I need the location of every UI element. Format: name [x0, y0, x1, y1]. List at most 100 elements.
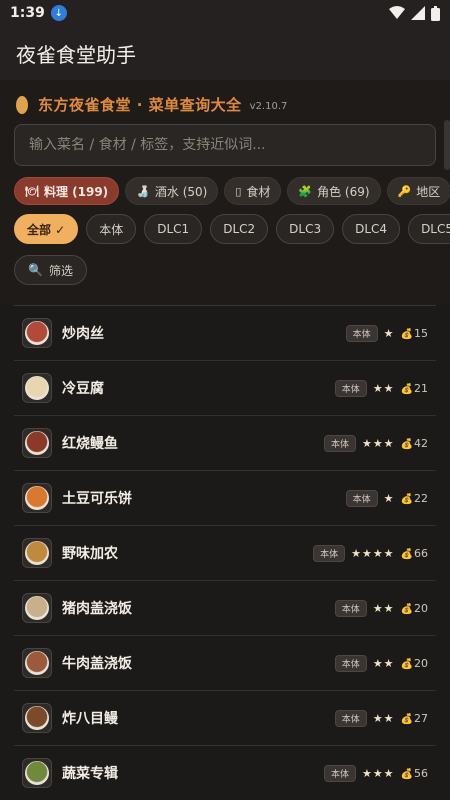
dish-icon	[22, 428, 52, 458]
filter-button[interactable]: 🔍 筛选	[14, 255, 87, 285]
list-item[interactable]: 炸八目鳗 本体 ★★ 💰27	[14, 691, 436, 746]
source-badge: 本体	[334, 379, 367, 397]
coin-icon: 💰	[400, 768, 413, 780]
coin-icon: 💰	[400, 493, 413, 505]
dish-name: 炸八目鳗	[62, 711, 118, 727]
dish-icon	[22, 758, 52, 788]
tab-label: 料理 (199)	[43, 184, 109, 199]
dish-icon	[22, 483, 52, 513]
star-rating: ★	[383, 326, 395, 340]
list-item[interactable]: 土豆可乐饼 本体 ★ 💰22	[14, 471, 436, 526]
lantern-icon	[16, 95, 28, 114]
list-item[interactable]: 红烧鳗鱼 本体 ★★★ 💰42	[14, 416, 436, 471]
price-value: 20	[414, 656, 428, 670]
dlc-filter-chips: 全部 ✓ 本体 DLC1 DLC2 DLC3 DLC4 DLC5	[14, 214, 450, 244]
scrollbar[interactable]	[444, 120, 450, 170]
price: 💰15	[401, 327, 428, 340]
dish-name: 炒肉丝	[62, 326, 104, 342]
dish-meta: 本体 ★★★ 💰42	[323, 434, 428, 452]
dish-icon	[22, 318, 52, 348]
price: 💰22	[401, 492, 428, 505]
list-item[interactable]: 牛肉盖浇饭 本体 ★★ 💰20	[14, 636, 436, 691]
signal-icon	[411, 6, 425, 20]
list-item[interactable]: 冷豆腐 本体 ★★ 💰21	[14, 361, 436, 416]
list-item[interactable]: 炒肉丝 本体 ★ 💰15	[14, 306, 436, 361]
wifi-icon	[389, 6, 405, 19]
chip-dlc1[interactable]: DLC1	[144, 214, 203, 244]
list-item[interactable]: 野味加农 本体 ★★★★ 💰66	[14, 526, 436, 581]
dish-icon	[22, 648, 52, 678]
star-rating: ★	[383, 491, 395, 505]
price: 💰27	[401, 712, 428, 725]
app-bar-title: 夜雀食堂助手	[16, 42, 136, 67]
status-bar: 1:39 ↓	[0, 0, 450, 26]
dish-name: 蔬菜专辑	[62, 766, 118, 782]
source-badge: 本体	[345, 324, 378, 342]
dish-icon: 🍽	[25, 184, 39, 198]
dish-name: 红烧鳗鱼	[62, 436, 118, 452]
search-icon: 🔍	[28, 263, 43, 277]
chip-dlc2[interactable]: DLC2	[210, 214, 269, 244]
source-badge: 本体	[334, 709, 367, 727]
star-rating: ★★	[372, 601, 395, 615]
status-time: 1:39	[10, 5, 45, 21]
search-field[interactable]	[14, 124, 436, 166]
source-badge: 本体	[334, 599, 367, 617]
price: 💰66	[401, 547, 428, 560]
tab-regions[interactable]: 🔑 地区	[386, 177, 450, 205]
title-row: 东方夜雀食堂 · 菜单查询大全 v2.10.7	[16, 94, 287, 115]
chip-all[interactable]: 全部 ✓	[14, 214, 79, 244]
tab-label: 地区	[416, 184, 441, 199]
tab-ingredients[interactable]: ▯ 食材	[224, 177, 282, 205]
star-rating: ★★★★	[351, 546, 395, 560]
price: 💰42	[401, 437, 428, 450]
list-item[interactable]: 猪肉盖浇饭 本体 ★★ 💰20	[14, 581, 436, 636]
chip-dlc4[interactable]: DLC4	[342, 214, 401, 244]
dish-name: 冷豆腐	[62, 381, 104, 397]
chip-dlc3[interactable]: DLC3	[276, 214, 335, 244]
tab-label: 食材	[246, 184, 271, 199]
chip-dlc5[interactable]: DLC5	[408, 214, 450, 244]
dish-meta: 本体 ★★★★ 💰66	[313, 544, 428, 562]
bottle-icon: 🍶	[136, 184, 150, 198]
dish-meta: 本体 ★★ 💰20	[334, 599, 428, 617]
search-input[interactable]	[29, 137, 421, 153]
price-value: 15	[414, 326, 428, 340]
chip-base[interactable]: 本体	[86, 214, 137, 244]
tab-label: 酒水 (50)	[154, 184, 208, 199]
star-rating: ★★★	[361, 766, 395, 780]
price-value: 20	[414, 601, 428, 615]
version-label: v2.10.7	[249, 101, 288, 112]
dish-meta: 本体 ★★ 💰27	[334, 709, 428, 727]
star-rating: ★★★	[361, 436, 395, 450]
page-title: 东方夜雀食堂 · 菜单查询大全	[38, 96, 242, 114]
tab-label: 角色 (69)	[317, 184, 370, 199]
price-value: 27	[414, 711, 428, 725]
source-badge: 本体	[345, 489, 378, 507]
tab-drinks[interactable]: 🍶 酒水 (50)	[125, 177, 219, 205]
list-item[interactable]: 蔬菜专辑 本体 ★★★ 💰56	[14, 746, 436, 800]
price: 💰56	[401, 767, 428, 780]
dish-meta: 本体 ★★ 💰21	[334, 379, 428, 397]
tab-characters[interactable]: 🧩 角色 (69)	[287, 177, 381, 205]
dish-icon	[22, 593, 52, 623]
filter-label: 筛选	[48, 263, 73, 278]
price: 💰21	[401, 382, 428, 395]
dish-name: 牛肉盖浇饭	[62, 656, 132, 672]
dish-icon	[22, 538, 52, 568]
dish-meta: 本体 ★ 💰22	[345, 489, 428, 507]
price-value: 22	[414, 491, 428, 505]
price-value: 56	[414, 766, 428, 780]
price-value: 66	[414, 546, 428, 560]
star-rating: ★★	[372, 381, 395, 395]
dish-list: 炒肉丝 本体 ★ 💰15 冷豆腐 本体 ★★ 💰21 红烧鳗鱼 本体 ★★★ 💰…	[0, 305, 450, 800]
coin-icon: 💰	[400, 548, 413, 560]
coin-icon: 💰	[400, 658, 413, 670]
tab-dishes[interactable]: 🍽 料理 (199)	[14, 177, 120, 205]
star-rating: ★★	[372, 656, 395, 670]
coin-icon: 💰	[400, 713, 413, 725]
download-icon: ↓	[50, 5, 67, 21]
character-icon: 🧩	[298, 184, 313, 198]
price-value: 21	[414, 381, 428, 395]
dish-meta: 本体 ★★★ 💰56	[323, 764, 428, 782]
